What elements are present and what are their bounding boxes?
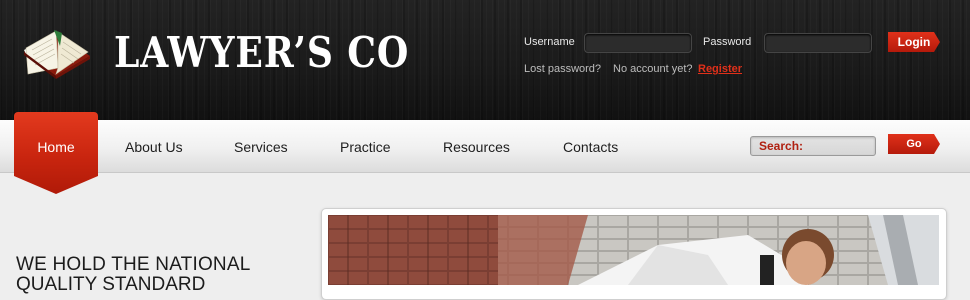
- brand-name[interactable]: LAWYER’S CO: [114, 28, 409, 77]
- username-label: Username: [524, 36, 575, 48]
- open-book-icon: [24, 30, 90, 79]
- nav-item-home[interactable]: Home: [14, 112, 98, 194]
- headline-line-1: WE HOLD THE NATIONAL: [16, 254, 251, 275]
- headline-line-2: QUALITY STANDARD: [16, 274, 206, 295]
- nav-item-contacts[interactable]: Contacts: [563, 139, 618, 155]
- nav-item-services[interactable]: Services: [234, 139, 288, 155]
- businessman-on-phone-photo: [328, 215, 939, 285]
- password-label: Password: [703, 36, 752, 48]
- search-input[interactable]: Search:: [750, 136, 876, 156]
- lost-password-link[interactable]: Lost password?: [524, 63, 601, 75]
- nav-item-about-us[interactable]: About Us: [125, 139, 183, 155]
- login-button[interactable]: Login: [888, 32, 940, 52]
- nav-item-practice[interactable]: Practice: [340, 139, 391, 155]
- search-go-button[interactable]: Go: [888, 134, 940, 154]
- nav-item-label: Home: [37, 139, 75, 155]
- register-link[interactable]: Register: [698, 63, 742, 75]
- nav-item-resources[interactable]: Resources: [443, 139, 510, 155]
- password-field[interactable]: [764, 33, 872, 53]
- search-label: Search:: [759, 139, 804, 153]
- no-account-text: No account yet?: [613, 63, 693, 75]
- username-field[interactable]: [584, 33, 692, 53]
